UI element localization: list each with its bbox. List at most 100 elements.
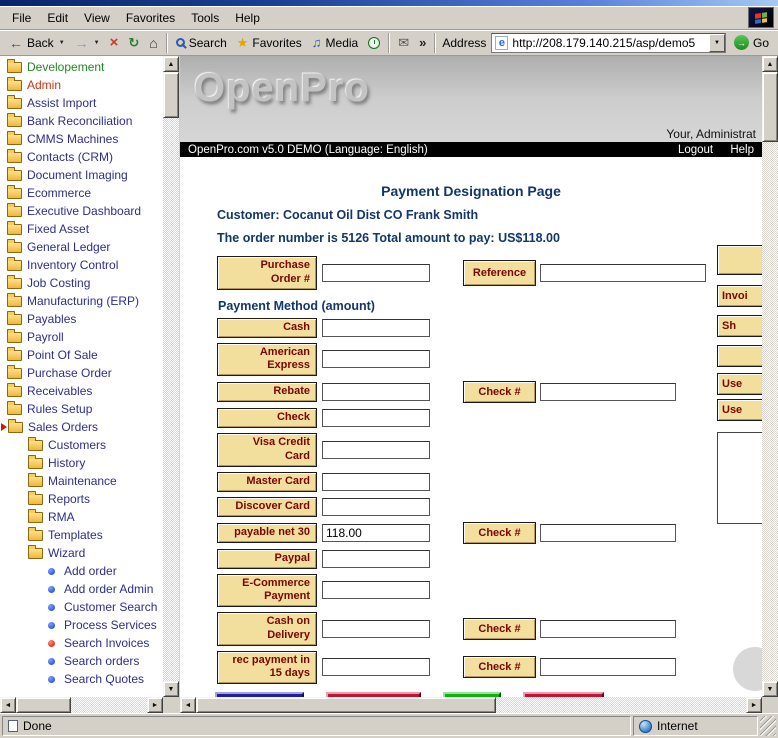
purchase-order-input[interactable] <box>322 264 430 282</box>
sidebar-item-templates[interactable]: Templates <box>0 526 163 544</box>
search-button[interactable]: Search <box>171 34 232 52</box>
sidebar-item-add-order[interactable]: Add order <box>0 562 163 580</box>
sidebar-item-admin[interactable]: Admin <box>0 76 163 94</box>
scroll-up-button[interactable]: ▲ <box>762 56 778 72</box>
method-button-american-express[interactable]: American Express <box>217 343 317 377</box>
sidebar-item-reports[interactable]: Reports <box>0 490 163 508</box>
sidebar-item-executive-dashboard[interactable]: Executive Dashboard <box>0 202 163 220</box>
go-button[interactable]: → Go <box>729 33 774 52</box>
reference-input[interactable] <box>540 264 706 282</box>
media-button[interactable]: ♫ Media <box>307 34 363 52</box>
sidebar-item-job-costing[interactable]: Job Costing <box>0 274 163 292</box>
sidebar-item-history[interactable]: History <box>0 454 163 472</box>
scroll-thumb[interactable] <box>163 72 179 118</box>
method-button-visa-credit-card[interactable]: Visa Credit Card <box>217 433 317 467</box>
sidebar-item-purchase-order[interactable]: Purchase Order <box>0 364 163 382</box>
sidebar-vertical-scrollbar[interactable]: ▲ ▼ <box>163 56 179 697</box>
right-column-button-invoi[interactable]: Invoi <box>717 285 762 307</box>
check-number-input[interactable] <box>540 524 676 542</box>
check-number-button[interactable]: Check # <box>463 656 536 678</box>
amount-input-discover-card[interactable] <box>322 498 430 516</box>
main-horizontal-scrollbar[interactable]: ◄ ► <box>180 697 762 713</box>
back-dropdown-icon[interactable]: ▼ <box>59 40 65 46</box>
refresh-button[interactable]: ↻ <box>123 34 144 51</box>
right-column-button-3[interactable] <box>717 345 762 367</box>
right-column-button-use[interactable]: Use <box>717 373 762 395</box>
sidebar-item-manufacturing-erp[interactable]: Manufacturing (ERP) <box>0 292 163 310</box>
check-number-input[interactable] <box>540 620 676 638</box>
sidebar-item-rma[interactable]: RMA <box>0 508 163 526</box>
method-button-rec-payment-in-15-days[interactable]: rec payment in 15 days <box>217 651 317 685</box>
menu-tools[interactable]: Tools <box>183 8 227 28</box>
sidebar-item-add-order-admin[interactable]: Add order Admin <box>0 580 163 598</box>
forward-dropdown-icon[interactable]: ▼ <box>94 40 100 46</box>
method-button-master-card[interactable]: Master Card <box>217 472 317 492</box>
check-number-button[interactable]: Check # <box>463 618 536 640</box>
sidebar-item-developement[interactable]: Developement <box>0 58 163 76</box>
amount-input-e-commerce-payment[interactable] <box>322 581 430 599</box>
history-button[interactable] <box>363 35 385 51</box>
home-button[interactable]: ⌂ <box>144 34 162 52</box>
amount-input-master-card[interactable] <box>322 473 430 491</box>
amount-input-check[interactable] <box>322 409 430 427</box>
sidebar-item-customer-search[interactable]: Customer Search <box>0 598 163 616</box>
method-button-check[interactable]: Check <box>217 408 317 428</box>
address-dropdown-button[interactable]: ▼ <box>709 34 725 52</box>
menu-file[interactable]: File <box>4 8 39 28</box>
sidebar-item-search-orders[interactable]: Search orders <box>0 652 163 670</box>
amount-input-paypal[interactable] <box>322 550 430 568</box>
method-button-cash[interactable]: Cash <box>217 318 317 338</box>
sidebar-item-payables[interactable]: Payables <box>0 310 163 328</box>
right-column-button-use[interactable]: Use <box>717 399 762 421</box>
reference-button[interactable]: Reference <box>463 260 536 286</box>
scroll-thumb[interactable] <box>196 697 496 713</box>
sidebar-item-maintenance[interactable]: Maintenance <box>0 472 163 490</box>
notes-textarea[interactable] <box>717 432 762 524</box>
sidebar-item-ecommerce[interactable]: Ecommerce <box>0 184 163 202</box>
sidebar-item-inventory-control[interactable]: Inventory Control <box>0 256 163 274</box>
check-number-button[interactable]: Check # <box>463 522 536 544</box>
sidebar-item-point-of-sale[interactable]: Point Of Sale <box>0 346 163 364</box>
scroll-down-button[interactable]: ▼ <box>163 681 179 697</box>
sidebar-item-contacts-crm[interactable]: Contacts (CRM) <box>0 148 163 166</box>
method-button-e-commerce-payment[interactable]: E-Commerce Payment <box>217 574 317 608</box>
method-button-rebate[interactable]: Rebate <box>217 382 317 402</box>
toolbar-overflow-button[interactable]: » <box>414 34 431 51</box>
scroll-down-button[interactable]: ▼ <box>762 681 778 697</box>
right-column-button-0[interactable] <box>717 245 762 275</box>
amount-input-payable-net-30[interactable] <box>322 524 430 542</box>
scroll-track[interactable] <box>163 72 179 681</box>
help-link[interactable]: Help <box>730 144 754 156</box>
address-bar[interactable]: e ▼ <box>491 33 726 53</box>
scroll-thumb[interactable] <box>16 697 71 713</box>
sidebar-item-cmms-machines[interactable]: CMMS Machines <box>0 130 163 148</box>
sidebar-item-receivables[interactable]: Receivables <box>0 382 163 400</box>
sidebar-item-search-quotes[interactable]: Search Quotes <box>0 670 163 688</box>
forward-button[interactable]: → ▼ <box>70 34 105 52</box>
right-column-button-sh[interactable]: Sh <box>717 315 762 337</box>
scroll-left-button[interactable]: ◄ <box>180 697 196 713</box>
sidebar-item-wizard[interactable]: Wizard <box>0 544 163 562</box>
scroll-track[interactable] <box>16 697 147 713</box>
scroll-track[interactable] <box>196 697 746 713</box>
logout-link[interactable]: Logout <box>678 144 713 156</box>
sidebar-item-assist-import[interactable]: Assist Import <box>0 94 163 112</box>
menu-favorites[interactable]: Favorites <box>118 8 183 28</box>
sidebar-horizontal-scrollbar[interactable]: ◄ ► <box>0 697 163 713</box>
check-number-input[interactable] <box>540 658 676 676</box>
method-button-cash-on-delivery[interactable]: Cash on Delivery <box>217 612 317 646</box>
menu-view[interactable]: View <box>76 8 118 28</box>
sidebar-item-search-invoices[interactable]: Search Invoices <box>0 634 163 652</box>
scroll-right-button[interactable]: ► <box>746 697 762 713</box>
sidebar-item-process-services[interactable]: Process Services <box>0 616 163 634</box>
scroll-track[interactable] <box>762 72 778 681</box>
address-input[interactable] <box>512 35 709 51</box>
amount-input-american-express[interactable] <box>322 350 430 368</box>
mail-button[interactable]: ✉ <box>393 34 414 51</box>
sidebar-item-customers[interactable]: Customers <box>0 436 163 454</box>
sidebar-item-general-ledger[interactable]: General Ledger <box>0 238 163 256</box>
scroll-thumb[interactable] <box>762 72 778 142</box>
menu-edit[interactable]: Edit <box>39 8 76 28</box>
amount-input-visa-credit-card[interactable] <box>322 441 430 459</box>
scroll-left-button[interactable]: ◄ <box>0 697 16 713</box>
